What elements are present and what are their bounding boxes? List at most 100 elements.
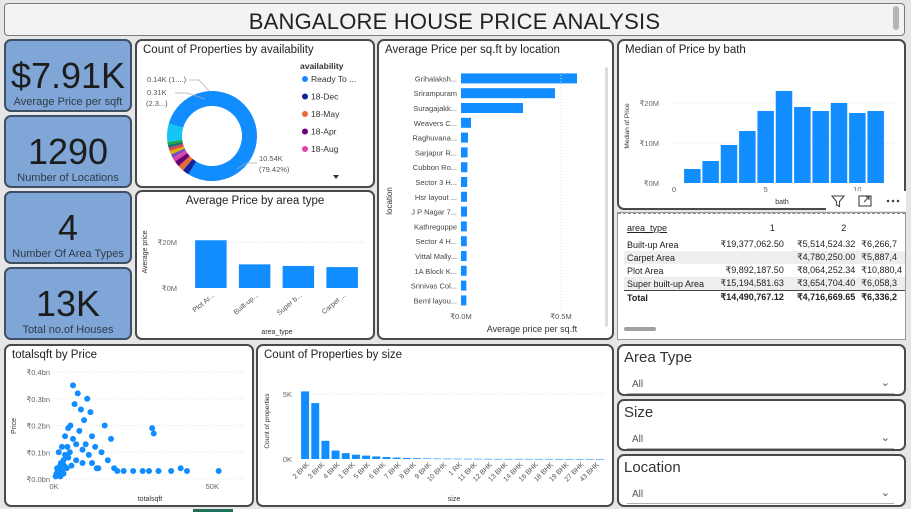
- bar: [812, 111, 829, 183]
- bar: [282, 265, 315, 288]
- matrix-cell: ₹10,880,4: [861, 265, 902, 275]
- area-type-matrix-panel[interactable]: area_type 1 2 Built-up Area ₹19,377,062.…: [617, 212, 906, 340]
- scatter-chart[interactable]: ₹0.0bn ₹0.1bn ₹0.2bn ₹0.3bn ₹0.4bn Price 0K 50K…: [6, 346, 252, 505]
- y-tick-label: Sector 4 H...: [415, 237, 457, 246]
- kpi-value: $7.91K: [10, 55, 126, 96]
- kpi-value: 4: [57, 207, 79, 248]
- data-label: (79.42%): [259, 165, 290, 174]
- x-tick-label: 5: [764, 185, 768, 194]
- bar: [461, 221, 467, 232]
- location-chart-panel[interactable]: Average Price per sq.ft by location Grih…: [377, 39, 614, 340]
- scatter-point: [184, 467, 190, 474]
- more-options-icon[interactable]: [884, 193, 902, 209]
- bar: [595, 458, 604, 460]
- size-chart-panel[interactable]: Count of Properties by size 0K 5K Count of…: [256, 344, 614, 507]
- x-tick-label: ₹0.0M: [450, 312, 471, 321]
- matrix-cell: [713, 251, 787, 264]
- scatter-point: [89, 459, 95, 466]
- scatter-point: [101, 422, 108, 429]
- bar: [775, 91, 793, 183]
- scatter-point: [139, 467, 146, 474]
- legend-label: 18-Aug: [311, 144, 339, 154]
- matrix-header[interactable]: area_type: [624, 221, 713, 234]
- availability-donut-chart[interactable]: 0.14K (1....) 0.31K (2.3...) 10.54K (79.42%)…: [137, 41, 373, 186]
- scatter-point: [93, 465, 100, 472]
- legend-label: 18-Dec: [311, 92, 339, 102]
- x-axis-label: bath: [775, 199, 789, 206]
- x-axis-label: Average price per sq.ft: [487, 324, 578, 334]
- bath-chart-panel[interactable]: Median of Price by bath ₹0M ₹10M ₹20M Media…: [617, 39, 906, 210]
- area-type-bar-chart[interactable]: ₹0M ₹20M Average price Plot Ar... Built-up..…: [137, 192, 373, 338]
- location-dropdown[interactable]: All ⌄: [627, 486, 894, 504]
- y-tick-label: Grihalaksh...: [415, 74, 457, 83]
- matrix-row[interactable]: Super built-up Area ₹15,194,581.63 ₹3,65…: [624, 277, 905, 291]
- bar: [545, 458, 554, 460]
- slicer-title: Area Type: [624, 349, 693, 366]
- size-slicer[interactable]: Size All ⌄: [617, 399, 906, 451]
- filter-icon[interactable]: [830, 193, 846, 209]
- y-tick-label: ₹20M: [640, 99, 659, 108]
- matrix-header[interactable]: 2: [787, 221, 858, 234]
- chevron-down-icon[interactable]: ⌄: [881, 486, 890, 499]
- size-bar-chart[interactable]: 0K5KCount of properties2 BHK3 BHK4 BHK1 …: [258, 346, 612, 505]
- scatter-point: [68, 462, 75, 469]
- data-label: 0.31K: [147, 88, 167, 97]
- matrix-cell: Built-up Area: [627, 239, 679, 250]
- title-scrollbar[interactable]: [893, 6, 899, 30]
- matrix-cell: ₹15,194,581.63: [720, 278, 784, 288]
- bar: [461, 251, 467, 261]
- matrix-total-row[interactable]: Total ₹14,490,767.12 ₹4,716,669.65 ₹6,33…: [624, 290, 905, 305]
- size-dropdown[interactable]: All ⌄: [627, 431, 894, 449]
- matrix-row[interactable]: Plot Area ₹9,892,187.50 ₹8,064,252.34 ₹1…: [624, 264, 905, 277]
- chevron-down-icon[interactable]: ⌄: [881, 376, 890, 389]
- area-type-dropdown[interactable]: All ⌄: [627, 376, 894, 394]
- area-type-slicer[interactable]: Area Type All ⌄: [617, 344, 906, 396]
- location-slicer[interactable]: Location All ⌄: [617, 454, 906, 507]
- y-tick-label: ₹0.2bn: [26, 422, 50, 431]
- matrix-cell: Plot Area: [627, 265, 664, 276]
- y-tick-label: Vittal Mally...: [415, 252, 457, 261]
- bar: [830, 103, 848, 183]
- kpi-value: 13K: [35, 283, 101, 324]
- availability-chart-panel[interactable]: Count of Properties by availability 0.14…: [135, 39, 375, 188]
- scatter-point: [89, 433, 95, 440]
- scatter-point: [98, 449, 105, 456]
- bar: [461, 103, 523, 113]
- y-tick-label: Kathreguppe: [414, 222, 457, 231]
- kpi-label: Average Price per sqft: [13, 96, 123, 108]
- matrix-cell: ₹9,892,187.50: [725, 265, 784, 275]
- scatter-point: [57, 473, 64, 480]
- scatter-point: [71, 401, 78, 408]
- area-type-matrix[interactable]: area_type 1 2 Built-up Area ₹19,377,062.…: [624, 221, 905, 304]
- scatter-point: [114, 467, 121, 474]
- scatter-point: [73, 457, 80, 464]
- scatter-chart-panel[interactable]: totalsqft by Price ₹0.0bn ₹0.1bn ₹0.2bn ₹0.…: [4, 344, 254, 507]
- kpi-total-houses: 13K Total no.of Houses: [4, 267, 132, 340]
- vertical-scrollbar[interactable]: [605, 67, 608, 327]
- bath-bar-chart[interactable]: ₹0M₹10M₹20MMedian of Price0 5 10bath: [619, 41, 904, 208]
- scatter-point: [168, 467, 175, 474]
- matrix-cell: ₹5,887,4: [861, 252, 897, 262]
- location-bar-chart[interactable]: Grihalaksh... Srirampuram Suragajakk... Wea…: [379, 41, 612, 338]
- matrix-row[interactable]: Carpet Area ₹4,780,250.00 ₹5,887,4: [624, 251, 905, 264]
- focus-mode-icon[interactable]: [857, 193, 873, 209]
- bar: [461, 280, 467, 291]
- kpi-number-of-locations: 1290 Number of Locations: [4, 115, 132, 188]
- bar: [534, 458, 543, 460]
- y-tick-label: 1A Block K...: [414, 267, 457, 276]
- scatter-point: [74, 390, 81, 397]
- bar: [351, 454, 360, 459]
- area-type-chart-panel[interactable]: Average Price by area type ₹0M ₹20M Averag…: [135, 190, 375, 340]
- scatter-point: [55, 449, 62, 456]
- horizontal-scrollbar[interactable]: [624, 327, 656, 331]
- data-label: 0.14K (1....): [147, 75, 187, 84]
- scatter-point: [76, 427, 83, 434]
- matrix-header[interactable]: 1: [713, 221, 787, 234]
- leader-line: [189, 79, 210, 92]
- y-tick-label: ₹0.1bn: [26, 448, 50, 457]
- y-tick-label: Srinivas Col...: [411, 282, 457, 291]
- matrix-cell: ₹6,058,3: [861, 278, 897, 288]
- matrix-row[interactable]: Built-up Area ₹19,377,062.50 ₹5,514,524.…: [624, 238, 905, 251]
- chevron-down-icon[interactable]: ⌄: [881, 431, 890, 444]
- y-axis-label: Median of Price: [624, 103, 631, 149]
